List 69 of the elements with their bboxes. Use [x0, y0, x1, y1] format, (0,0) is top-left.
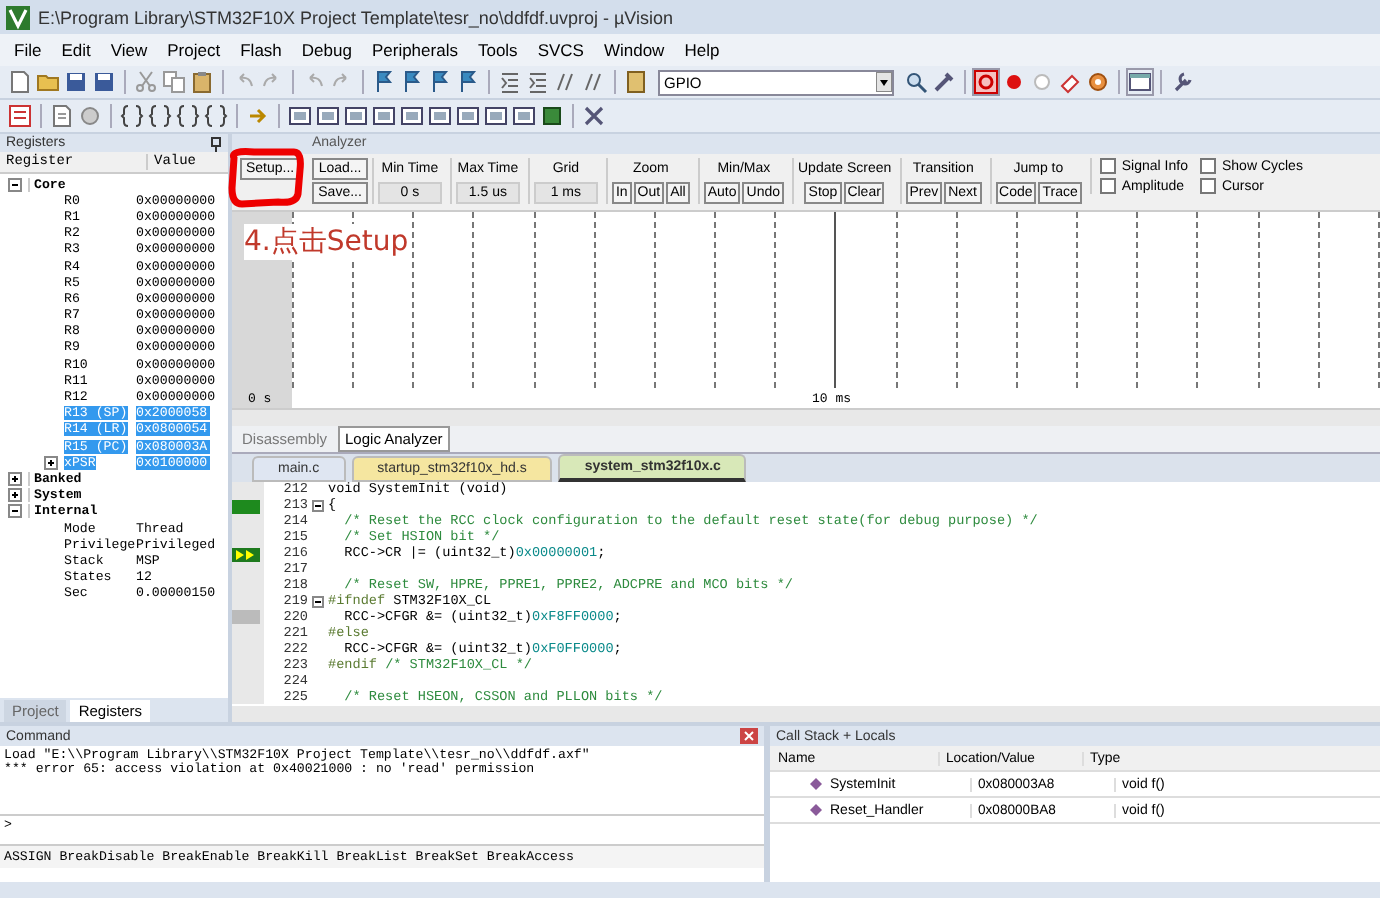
window-icon[interactable] — [372, 104, 396, 128]
menu-item[interactable]: Debug — [291, 38, 362, 62]
window-icon[interactable] — [344, 104, 368, 128]
right-arrow-icon[interactable] — [246, 104, 270, 128]
window-icon[interactable] — [288, 104, 312, 128]
expander-icon[interactable] — [8, 177, 22, 192]
expander-icon[interactable] — [44, 455, 58, 470]
window-icon[interactable] — [456, 104, 480, 128]
chip-icon[interactable] — [540, 104, 564, 128]
menu-item[interactable]: Help — [674, 38, 730, 62]
braces-icon[interactable] — [148, 104, 172, 128]
document-icon[interactable] — [8, 70, 32, 94]
fold-icon[interactable] — [312, 500, 324, 513]
reset-icon[interactable] — [8, 104, 32, 128]
diamond-icon — [810, 778, 822, 790]
folder-icon[interactable] — [36, 70, 60, 94]
checkbox[interactable] — [1099, 178, 1116, 194]
window-icon[interactable] — [428, 104, 452, 128]
menu-item[interactable]: Tools — [467, 38, 528, 62]
app-icon — [6, 5, 30, 29]
save-all-icon[interactable] — [92, 70, 116, 94]
indent-icon[interactable] — [526, 70, 550, 94]
expander-icon[interactable] — [8, 471, 22, 486]
window-icon[interactable] — [512, 104, 536, 128]
window-icon[interactable] — [484, 104, 508, 128]
menu-item[interactable]: View — [100, 38, 158, 62]
diamond-icon — [810, 804, 822, 816]
menu-item[interactable]: Window — [593, 38, 675, 62]
fold-icon[interactable] — [312, 595, 324, 608]
scribble-mark — [226, 146, 306, 210]
dropdown-arrow-icon — [876, 72, 892, 92]
menu-item[interactable]: SVCS — [527, 38, 594, 62]
window-icon[interactable] — [1128, 70, 1152, 94]
window-icon[interactable] — [316, 104, 340, 128]
checkbox[interactable] — [1099, 158, 1116, 174]
flag-icon[interactable] — [428, 70, 452, 94]
comment-icon[interactable] — [582, 70, 606, 94]
window-icon[interactable] — [400, 104, 424, 128]
flag-icon[interactable] — [456, 70, 480, 94]
scrollbar[interactable] — [232, 706, 1380, 722]
eraser-icon[interactable] — [1058, 70, 1082, 94]
annotation-text: 4.点击Setup — [244, 224, 409, 260]
checkbox[interactable] — [1199, 158, 1216, 174]
braces-icon[interactable] — [120, 104, 144, 128]
flag-icon[interactable] — [400, 70, 424, 94]
window-title: E:\Program Library\STM32F10X Project Template\tesr_no\ddfdf.uvproj - µVision — [38, 7, 673, 27]
menu-item[interactable]: Peripherals — [361, 38, 468, 62]
flag-icon[interactable] — [372, 70, 396, 94]
pin-icon[interactable] — [210, 135, 222, 151]
comment-icon[interactable] — [554, 70, 578, 94]
scrollbar[interactable] — [232, 408, 1380, 426]
breakpoint-icon[interactable] — [1002, 70, 1026, 94]
close-icon[interactable] — [740, 728, 758, 744]
clipboard-icon[interactable] — [190, 70, 214, 94]
search-icon[interactable] — [904, 70, 928, 94]
menu-item[interactable]: Project — [157, 38, 231, 62]
save-icon[interactable] — [64, 70, 88, 94]
copy-icon[interactable] — [162, 70, 186, 94]
hammer-icon[interactable] — [932, 70, 956, 94]
braces-icon[interactable] — [204, 104, 228, 128]
document-icon[interactable] — [50, 104, 74, 128]
menu-item[interactable]: Flash — [230, 38, 292, 62]
braces-icon[interactable] — [176, 104, 200, 128]
menu-item[interactable]: Edit — [51, 38, 101, 62]
menu-item[interactable]: File — [4, 38, 52, 62]
expander-icon[interactable] — [8, 488, 22, 503]
indent-icon[interactable] — [498, 70, 522, 94]
expander-icon[interactable] — [8, 504, 22, 519]
checkbox[interactable] — [1199, 178, 1216, 194]
